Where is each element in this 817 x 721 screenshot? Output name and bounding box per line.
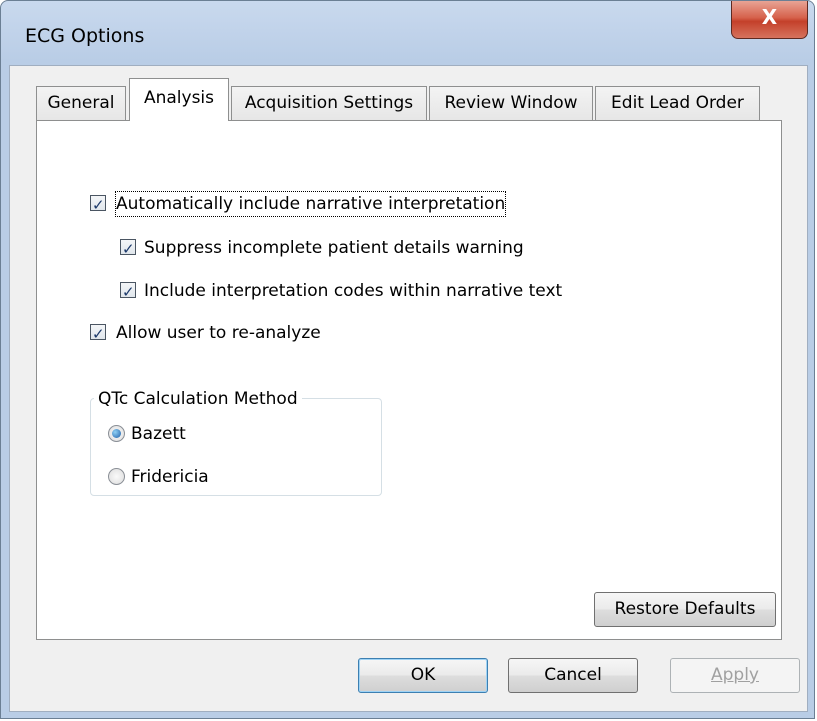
radio-fridericia[interactable]	[108, 468, 125, 485]
check-icon: ✓	[122, 283, 135, 301]
auto-narrative-label[interactable]: Automatically include narrative interpre…	[114, 191, 507, 217]
tab-review-window[interactable]: Review Window	[429, 86, 593, 121]
cancel-button[interactable]: Cancel	[508, 658, 638, 693]
qtc-method-legend: QTc Calculation Method	[94, 388, 302, 410]
ok-button[interactable]: OK	[358, 658, 488, 693]
radio-dot-icon	[112, 429, 121, 438]
suppress-warning-checkbox[interactable]: ✓	[120, 239, 136, 258]
auto-narrative-checkbox[interactable]: ✓	[90, 195, 106, 214]
include-codes-checkbox[interactable]: ✓	[120, 282, 136, 301]
apply-button-label: Apply	[711, 665, 759, 685]
tab-analysis[interactable]: Analysis	[129, 78, 229, 121]
suppress-warning-label[interactable]: Suppress incomplete patient details warn…	[144, 236, 524, 260]
check-icon: ✓	[92, 196, 105, 214]
close-button[interactable]: X	[731, 1, 808, 39]
allow-reanalyze-checkbox[interactable]: ✓	[90, 324, 106, 343]
radio-bazett-label[interactable]: Bazett	[131, 422, 186, 446]
apply-button[interactable]: Apply	[670, 658, 800, 693]
radio-fridericia-label[interactable]: Fridericia	[131, 465, 209, 489]
include-codes-label[interactable]: Include interpretation codes within narr…	[144, 279, 562, 303]
tab-acquisition-settings[interactable]: Acquisition Settings	[231, 86, 427, 121]
allow-reanalyze-label[interactable]: Allow user to re-analyze	[116, 321, 321, 345]
tab-edit-lead-order[interactable]: Edit Lead Order	[595, 86, 760, 121]
close-icon: X	[761, 5, 778, 29]
restore-defaults-button[interactable]: Restore Defaults	[594, 592, 776, 627]
check-icon: ✓	[122, 240, 135, 258]
window-title: ECG Options	[25, 25, 145, 47]
radio-bazett[interactable]	[108, 425, 125, 442]
tab-general[interactable]: General	[36, 86, 126, 121]
check-icon: ✓	[92, 325, 105, 343]
